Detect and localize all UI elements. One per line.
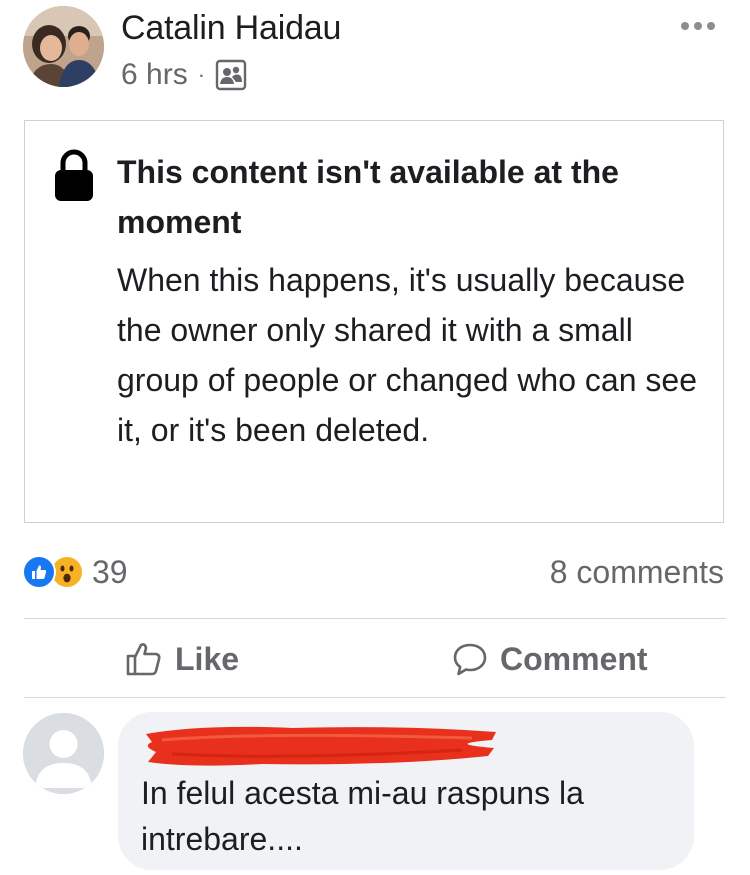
reactions-summary[interactable]: 39 [22,552,128,592]
comment-bubble-icon [452,641,488,677]
more-dot-icon [707,22,715,30]
like-button[interactable]: Like [125,634,239,684]
notice-title: This content isn't available at the mome… [117,154,619,240]
comment-bubble: In felul acesta mi-au raspuns la intreba… [118,712,694,870]
post-meta: 6 hrs · [121,55,247,95]
author-avatar[interactable] [23,6,104,87]
more-dot-icon [681,22,689,30]
like-reaction-icon [22,555,56,589]
meta-separator: · [197,62,206,87]
post-timestamp[interactable]: 6 hrs [121,58,188,92]
reaction-count: 39 [92,553,128,590]
divider [24,618,726,619]
thumbs-up-icon [125,640,163,678]
commenter-avatar[interactable] [23,713,104,794]
unavailable-content-card: This content isn't available at the mome… [24,120,724,523]
comment-button-label: Comment [500,640,648,677]
author-name[interactable]: Catalin Haidau [121,9,341,48]
comment-text: In felul acesta mi-au raspuns la intreba… [141,775,584,857]
more-options-button[interactable] [672,8,724,44]
more-dot-icon [694,22,702,30]
redacted-commenter-name [142,722,498,770]
divider [24,697,726,698]
friends-group-icon[interactable] [215,59,247,91]
comments-count-link[interactable]: 8 comments [550,552,724,592]
notice-body: When this happens, it's usually because … [117,262,697,448]
lock-icon [55,149,93,201]
comment-button[interactable]: Comment [452,634,648,684]
like-button-label: Like [175,640,240,677]
